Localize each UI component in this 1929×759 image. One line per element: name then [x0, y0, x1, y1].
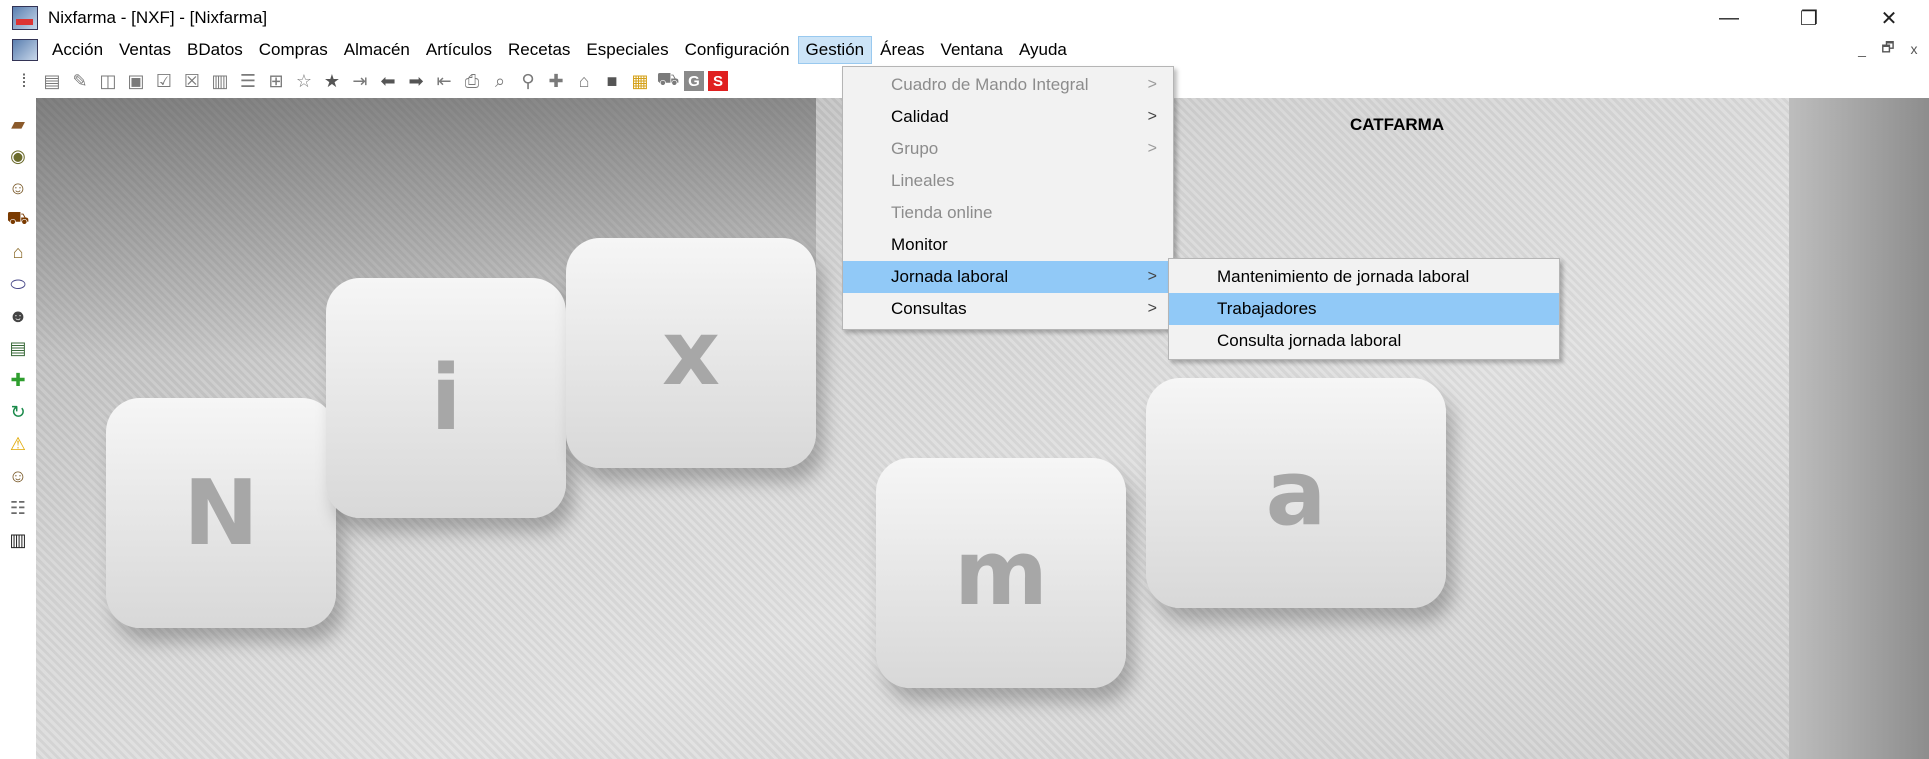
menu-compras[interactable]: Compras: [251, 36, 336, 64]
menu-recetas[interactable]: Recetas: [500, 36, 578, 64]
print-icon[interactable]: ⎙: [460, 69, 484, 93]
chevron-right-icon: >: [1147, 76, 1157, 93]
cancel-icon[interactable]: ☒: [180, 69, 204, 93]
edit-icon[interactable]: ✎: [68, 69, 92, 93]
menu-item-mantenimiento-jornada[interactable]: Mantenimiento de jornada laboral: [1169, 261, 1559, 293]
jornada-laboral-submenu: Mantenimiento de jornada laboral Trabaja…: [1168, 258, 1560, 360]
menu-accion[interactable]: Acción: [44, 36, 111, 64]
menu-ventas[interactable]: Ventas: [111, 36, 179, 64]
window-controls: — ❐ ✕: [1689, 0, 1929, 36]
prescription-icon[interactable]: ◉: [6, 144, 30, 168]
home-icon[interactable]: ⌂: [572, 69, 596, 93]
key-i: i: [326, 278, 566, 518]
stop-icon[interactable]: ■: [600, 69, 624, 93]
key-n: N: [106, 398, 336, 628]
key-a: a: [1146, 378, 1446, 608]
star-outline-icon[interactable]: ☆: [292, 69, 316, 93]
document-icon[interactable]: ▤: [40, 69, 64, 93]
nixfarma-logo-icon: [12, 6, 38, 30]
cart-icon[interactable]: ⛟: [6, 208, 30, 232]
menu-articulos[interactable]: Artículos: [418, 36, 500, 64]
menu-configuracion[interactable]: Configuración: [677, 36, 798, 64]
title-bar: Nixfarma - [NXF] - [Nixfarma] — ❐ ✕: [0, 0, 1929, 36]
menu-especiales[interactable]: Especiales: [578, 36, 676, 64]
key-m: m: [876, 458, 1126, 688]
menu-item-cuadro-de-mando[interactable]: Cuadro de Mando Integral >: [843, 69, 1173, 101]
warning-icon[interactable]: ⚠: [6, 432, 30, 456]
menu-item-tienda-online[interactable]: Tienda online: [843, 197, 1173, 229]
g-icon[interactable]: G: [684, 71, 704, 91]
register-icon[interactable]: ▤: [6, 336, 30, 360]
s-icon[interactable]: S: [708, 71, 728, 91]
chevron-right-icon: >: [1147, 268, 1157, 285]
side-toolbar: ▰ ◉ ☺ ⛟ ⌂ ⬭ ☻ ▤ ✚ ↻ ⚠ ☺ ☷ ▥: [0, 98, 36, 759]
menu-item-consultas[interactable]: Consultas >: [843, 293, 1173, 325]
mdi-controls: _ 🗗 x: [1853, 39, 1923, 58]
menu-ayuda[interactable]: Ayuda: [1011, 36, 1075, 64]
gestion-dropdown: Cuadro de Mando Integral > Calidad > Gru…: [842, 66, 1174, 330]
chevron-right-icon: >: [1147, 300, 1157, 317]
mdi-minimize-button[interactable]: _: [1853, 40, 1871, 58]
menu-item-trabajadores[interactable]: Trabajadores: [1169, 293, 1559, 325]
menu-almacen[interactable]: Almacén: [336, 36, 418, 64]
menu-item-jornada-laboral[interactable]: Jornada laboral >: [843, 261, 1173, 293]
grip-icon: ⁞: [21, 70, 27, 91]
menu-bdatos[interactable]: BDatos: [179, 36, 251, 64]
background-edge: [1789, 98, 1929, 759]
star-filled-icon[interactable]: ★: [320, 69, 344, 93]
chevron-right-icon: >: [1147, 108, 1157, 125]
barcode-icon[interactable]: ▥: [6, 528, 30, 552]
mdi-close-button[interactable]: x: [1905, 40, 1923, 58]
team-icon[interactable]: ☷: [6, 496, 30, 520]
list-icon[interactable]: ☰: [236, 69, 260, 93]
menu-item-consulta-jornada[interactable]: Consulta jornada laboral: [1169, 325, 1559, 357]
window-title: Nixfarma - [NXF] - [Nixfarma]: [48, 8, 268, 27]
arrow-right-icon[interactable]: ➡: [404, 69, 428, 93]
search-icon[interactable]: ⌕: [488, 69, 512, 93]
restore-button[interactable]: ❐: [1769, 0, 1849, 36]
close-button[interactable]: ✕: [1849, 0, 1929, 36]
refresh-icon[interactable]: ↻: [6, 400, 30, 424]
export-icon[interactable]: ⇥: [348, 69, 372, 93]
pill-icon[interactable]: ⬭: [6, 272, 30, 296]
menu-item-grupo[interactable]: Grupo >: [843, 133, 1173, 165]
minimize-button[interactable]: —: [1689, 0, 1769, 36]
chevron-right-icon: >: [1147, 140, 1157, 157]
user-icon[interactable]: ☺: [6, 176, 30, 200]
clipboard-icon[interactable]: ▦: [628, 69, 652, 93]
menu-item-lineales[interactable]: Lineales: [843, 165, 1173, 197]
key-x: x: [566, 238, 816, 468]
report-icon[interactable]: ▥: [208, 69, 232, 93]
pharmacy-name-label: CATFARMA: [1350, 115, 1445, 134]
checklist-icon[interactable]: ☑: [152, 69, 176, 93]
menu-item-monitor[interactable]: Monitor: [843, 229, 1173, 261]
save-icon[interactable]: ▣: [124, 69, 148, 93]
location-pin-icon[interactable]: ⚲: [516, 69, 540, 93]
cart-icon[interactable]: ⛟: [656, 69, 680, 93]
pharmacy-cross-icon[interactable]: ✚: [6, 368, 30, 392]
import-icon[interactable]: ⇤: [432, 69, 456, 93]
mdi-restore-button[interactable]: 🗗: [1879, 39, 1897, 58]
menu-areas[interactable]: Áreas: [872, 36, 932, 64]
tree-icon[interactable]: ⊞: [264, 69, 288, 93]
document-icon[interactable]: [12, 39, 38, 61]
factory-icon[interactable]: ⌂: [6, 240, 30, 264]
menu-bar: Acción Ventas BDatos Compras Almacén Art…: [0, 36, 1929, 64]
menu-ventana[interactable]: Ventana: [933, 36, 1011, 64]
pharmacist-icon[interactable]: ☺: [6, 464, 30, 488]
people-icon[interactable]: ☻: [6, 304, 30, 328]
menu-gestion[interactable]: Gestión: [797, 36, 873, 64]
add-plus-icon[interactable]: ✚: [544, 69, 568, 93]
menu-item-calidad[interactable]: Calidad >: [843, 101, 1173, 133]
arrow-left-icon[interactable]: ⬅: [376, 69, 400, 93]
book-icon[interactable]: ▰: [6, 112, 30, 136]
book-icon[interactable]: ◫: [96, 69, 120, 93]
